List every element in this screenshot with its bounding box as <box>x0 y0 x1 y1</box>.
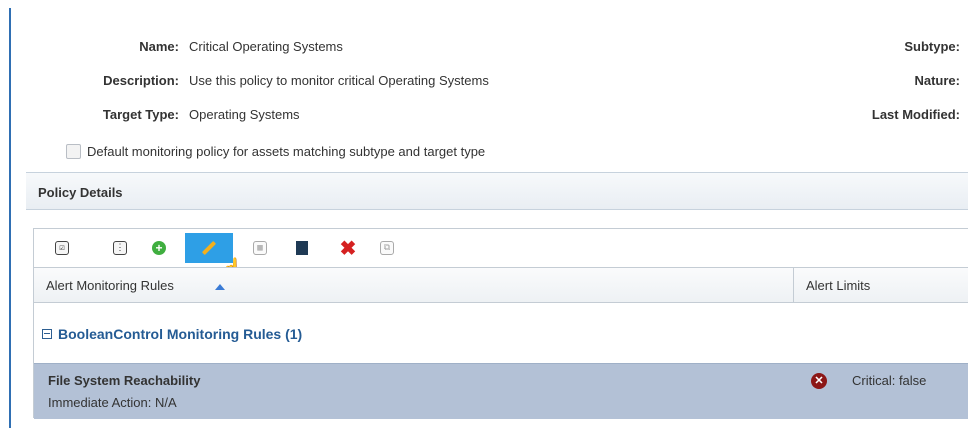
left-accent-rule <box>9 8 11 428</box>
copy-button[interactable]: ⧉ <box>376 237 398 259</box>
target-type-label: Target Type: <box>102 107 179 122</box>
subtype-label: Subtype: <box>904 39 960 54</box>
name-value: Critical Operating Systems <box>189 39 343 54</box>
sort-ascending-icon[interactable] <box>215 284 225 290</box>
add-button[interactable]: + <box>148 237 170 259</box>
target-type-value: Operating Systems <box>189 107 300 122</box>
export-icon <box>296 241 308 255</box>
add-icon: + <box>152 241 166 255</box>
column-header-limits[interactable]: Alert Limits <box>806 278 870 293</box>
delete-button[interactable]: ✖ <box>337 237 359 260</box>
rule-action: Immediate Action: N/A <box>48 395 177 410</box>
pencil-icon <box>201 240 217 256</box>
column-header-rules[interactable]: Alert Monitoring Rules <box>46 278 174 293</box>
list-icon: ⋮ <box>113 241 127 255</box>
export-button[interactable] <box>291 237 313 259</box>
collapse-icon[interactable] <box>42 329 52 339</box>
critical-error-icon: ✕ <box>811 373 827 389</box>
move-button[interactable]: ▦ <box>249 237 271 259</box>
description-value: Use this policy to monitor critical Oper… <box>189 73 489 88</box>
rule-limit: Critical: false <box>852 373 927 388</box>
delete-icon: ✖ <box>339 237 357 260</box>
column-divider[interactable] <box>793 268 794 302</box>
rules-toolbar: ☑ ⋮ + ▦ ✖ ⧉ <box>34 229 968 267</box>
description-label: Description: <box>103 73 179 88</box>
view-button[interactable]: ⋮ <box>109 237 131 259</box>
group-title: BooleanControl Monitoring Rules (1) <box>58 326 303 342</box>
column-header-row: Alert Monitoring Rules Alert Limits <box>34 267 968 303</box>
rule-name: File System Reachability <box>48 373 201 388</box>
last-modified-label: Last Modified: <box>871 107 960 122</box>
default-policy-row: Default monitoring policy for assets mat… <box>66 140 485 162</box>
table-row[interactable]: File System Reachability Immediate Actio… <box>34 363 968 419</box>
select-all-button[interactable]: ☑ <box>51 237 73 259</box>
rules-panel: ☑ ⋮ + ▦ ✖ ⧉ ☝ Alert Monitoring Rules Ale… <box>33 228 968 419</box>
group-row: BooleanControl Monitoring Rules (1) <box>34 323 302 345</box>
name-label: Name: <box>139 39 179 54</box>
checklist-icon: ☑ <box>55 241 69 255</box>
default-policy-checkbox[interactable] <box>66 143 81 159</box>
default-policy-label: Default monitoring policy for assets mat… <box>87 143 486 159</box>
columns-icon: ▦ <box>253 241 267 255</box>
section-title: Policy Details <box>38 185 123 200</box>
copy-icon: ⧉ <box>380 241 394 255</box>
nature-label: Nature: <box>914 73 960 88</box>
policy-details-header: Policy Details <box>26 172 968 210</box>
